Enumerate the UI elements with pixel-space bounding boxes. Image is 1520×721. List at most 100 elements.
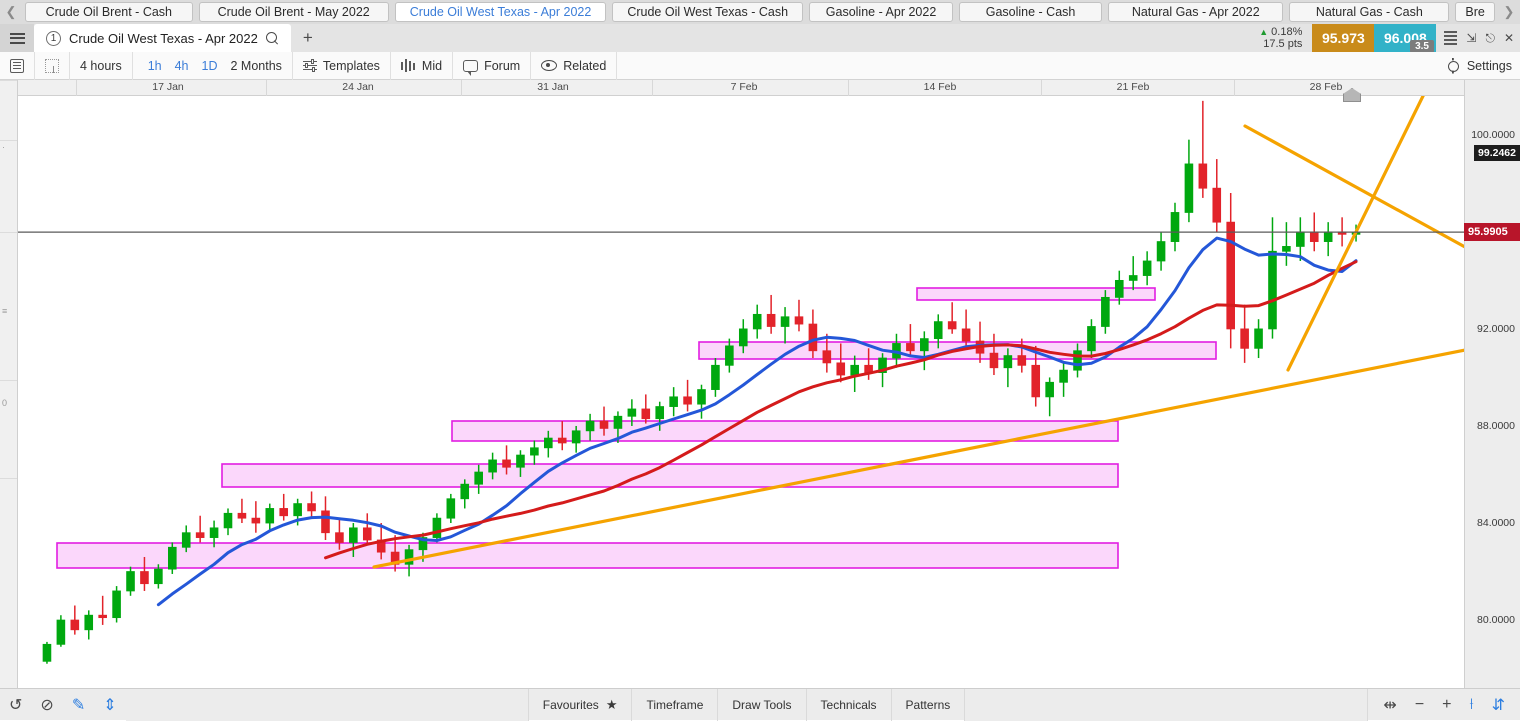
instrument-tab[interactable]: Gasoline - Apr 2022 [809, 2, 954, 22]
candle[interactable] [223, 508, 233, 536]
candle[interactable] [766, 294, 776, 334]
candle[interactable] [822, 333, 832, 373]
candle[interactable] [446, 493, 456, 524]
favourites-button[interactable]: Favourites ★ [529, 688, 633, 721]
popout-icon[interactable]: ⎋ [1485, 31, 1495, 46]
templates-button[interactable]: Templates [293, 51, 391, 80]
candle[interactable] [432, 513, 442, 543]
layout-button[interactable] [35, 51, 70, 80]
candle[interactable] [1254, 319, 1263, 359]
candle[interactable] [530, 440, 539, 465]
candle[interactable] [669, 387, 678, 417]
candle[interactable] [906, 324, 915, 356]
zoom-in-icon[interactable]: + [1433, 696, 1460, 714]
instrument-tab[interactable]: Crude Oil Brent - May 2022 [198, 2, 389, 22]
fit-width-icon[interactable]: ⇹ [1374, 695, 1405, 715]
candle[interactable] [1240, 304, 1249, 363]
candle[interactable] [1282, 222, 1291, 266]
candle[interactable] [237, 498, 247, 524]
reset-vertical-icon[interactable]: ⇵ [1483, 695, 1514, 715]
instrument-tab[interactable]: Gasoline - Cash [959, 2, 1103, 22]
timeframe-4h[interactable]: 4h [170, 59, 194, 73]
candle[interactable] [70, 605, 80, 635]
search-icon[interactable] [265, 31, 279, 45]
candle[interactable] [112, 586, 121, 623]
pencil-icon[interactable]: ✎ [63, 695, 94, 715]
reset-horizontal-icon[interactable]: ⟊ [1461, 696, 1483, 714]
interval-selector[interactable]: 4 hours [70, 51, 133, 80]
collapse-icon[interactable]: ⇲ [1466, 31, 1476, 45]
candle[interactable] [850, 355, 859, 392]
instrument-tab[interactable]: Natural Gas - Cash [1289, 2, 1450, 22]
range-selector[interactable]: 2 Months [227, 51, 293, 80]
candle[interactable] [265, 503, 275, 531]
price-plot[interactable] [18, 96, 1464, 688]
instrument-tab[interactable]: Crude Oil West Texas - Apr 2022 [394, 2, 607, 22]
instrument-tab[interactable]: Bre [1455, 2, 1495, 22]
candle[interactable] [1296, 217, 1305, 261]
chart-type-button[interactable] [0, 51, 35, 80]
candle[interactable] [1142, 251, 1152, 286]
settings-button[interactable]: Settings [1446, 59, 1520, 73]
close-icon[interactable]: ✕ [1504, 31, 1514, 45]
candle[interactable] [195, 515, 205, 543]
candle[interactable] [711, 358, 720, 397]
candle[interactable] [42, 641, 52, 664]
candle[interactable] [1156, 231, 1166, 271]
timeframe-button[interactable]: Timeframe [632, 688, 719, 721]
candle[interactable] [780, 307, 790, 344]
technicals-button[interactable]: Technicals [807, 688, 892, 721]
main-menu-button[interactable] [0, 24, 34, 52]
timeframe-1h[interactable]: 1h [143, 59, 167, 73]
candle[interactable] [56, 615, 66, 647]
instrument-tab[interactable]: Crude Oil Brent - Cash [25, 2, 193, 22]
candle[interactable] [307, 491, 316, 519]
price-axis[interactable]: 100.0000 92.0000 88.0000 84.0000 80.0000 99.2… [1464, 80, 1520, 688]
candle[interactable] [168, 542, 177, 574]
candle[interactable] [1198, 100, 1208, 198]
forum-button[interactable]: Forum [453, 51, 532, 80]
candle[interactable] [1128, 256, 1138, 291]
disable-icon[interactable]: ⊘ [31, 695, 62, 715]
draw-tools-button[interactable]: Draw Tools [718, 688, 807, 721]
supply-demand-zone[interactable] [221, 463, 1119, 488]
zoom-out-icon[interactable]: − [1406, 696, 1433, 714]
candle[interactable] [1268, 217, 1277, 339]
list-icon[interactable] [1444, 29, 1458, 47]
candle[interactable] [126, 566, 135, 596]
candle[interactable] [794, 299, 804, 332]
price-type-button[interactable]: Mid [391, 51, 454, 80]
rising-support[interactable] [372, 348, 1464, 569]
candle[interactable] [251, 501, 261, 533]
patterns-button[interactable]: Patterns [892, 688, 966, 721]
candle[interactable] [1184, 139, 1194, 223]
candle[interactable] [947, 302, 957, 334]
candle[interactable] [1226, 193, 1235, 349]
candle[interactable] [1059, 362, 1068, 397]
candle[interactable] [641, 394, 651, 424]
timeframe-1d[interactable]: 1D [197, 59, 223, 73]
undo-icon[interactable]: ↺ [0, 695, 31, 715]
instrument-tab[interactable]: Natural Gas - Apr 2022 [1108, 2, 1284, 22]
tab-scroll-right-icon[interactable]: ❯ [1498, 0, 1520, 24]
candle[interactable] [752, 304, 762, 339]
candle[interactable] [1323, 222, 1333, 257]
updown-icon[interactable]: ⇕ [94, 695, 125, 715]
candle[interactable] [989, 333, 999, 376]
instrument-tab[interactable]: Crude Oil West Texas - Cash [612, 2, 804, 22]
candle[interactable] [808, 309, 818, 359]
sell-price-button[interactable]: 95.973 [1312, 24, 1375, 52]
candle[interactable] [683, 379, 692, 412]
date-axis[interactable]: 17 Jan 24 Jan 31 Jan 7 Feb 14 Feb 21 Feb 28 Fe… [18, 80, 1464, 96]
candle[interactable] [1045, 377, 1054, 417]
candle[interactable] [98, 595, 107, 625]
candle[interactable] [1170, 202, 1180, 252]
add-chart-button[interactable]: + [291, 24, 325, 52]
candle[interactable] [697, 384, 706, 419]
falling-resistance[interactable] [1243, 124, 1464, 249]
related-button[interactable]: Related [531, 51, 618, 80]
candle[interactable] [920, 331, 929, 371]
candle[interactable] [1212, 159, 1222, 232]
candle[interactable] [84, 610, 94, 640]
candle[interactable] [362, 513, 372, 545]
